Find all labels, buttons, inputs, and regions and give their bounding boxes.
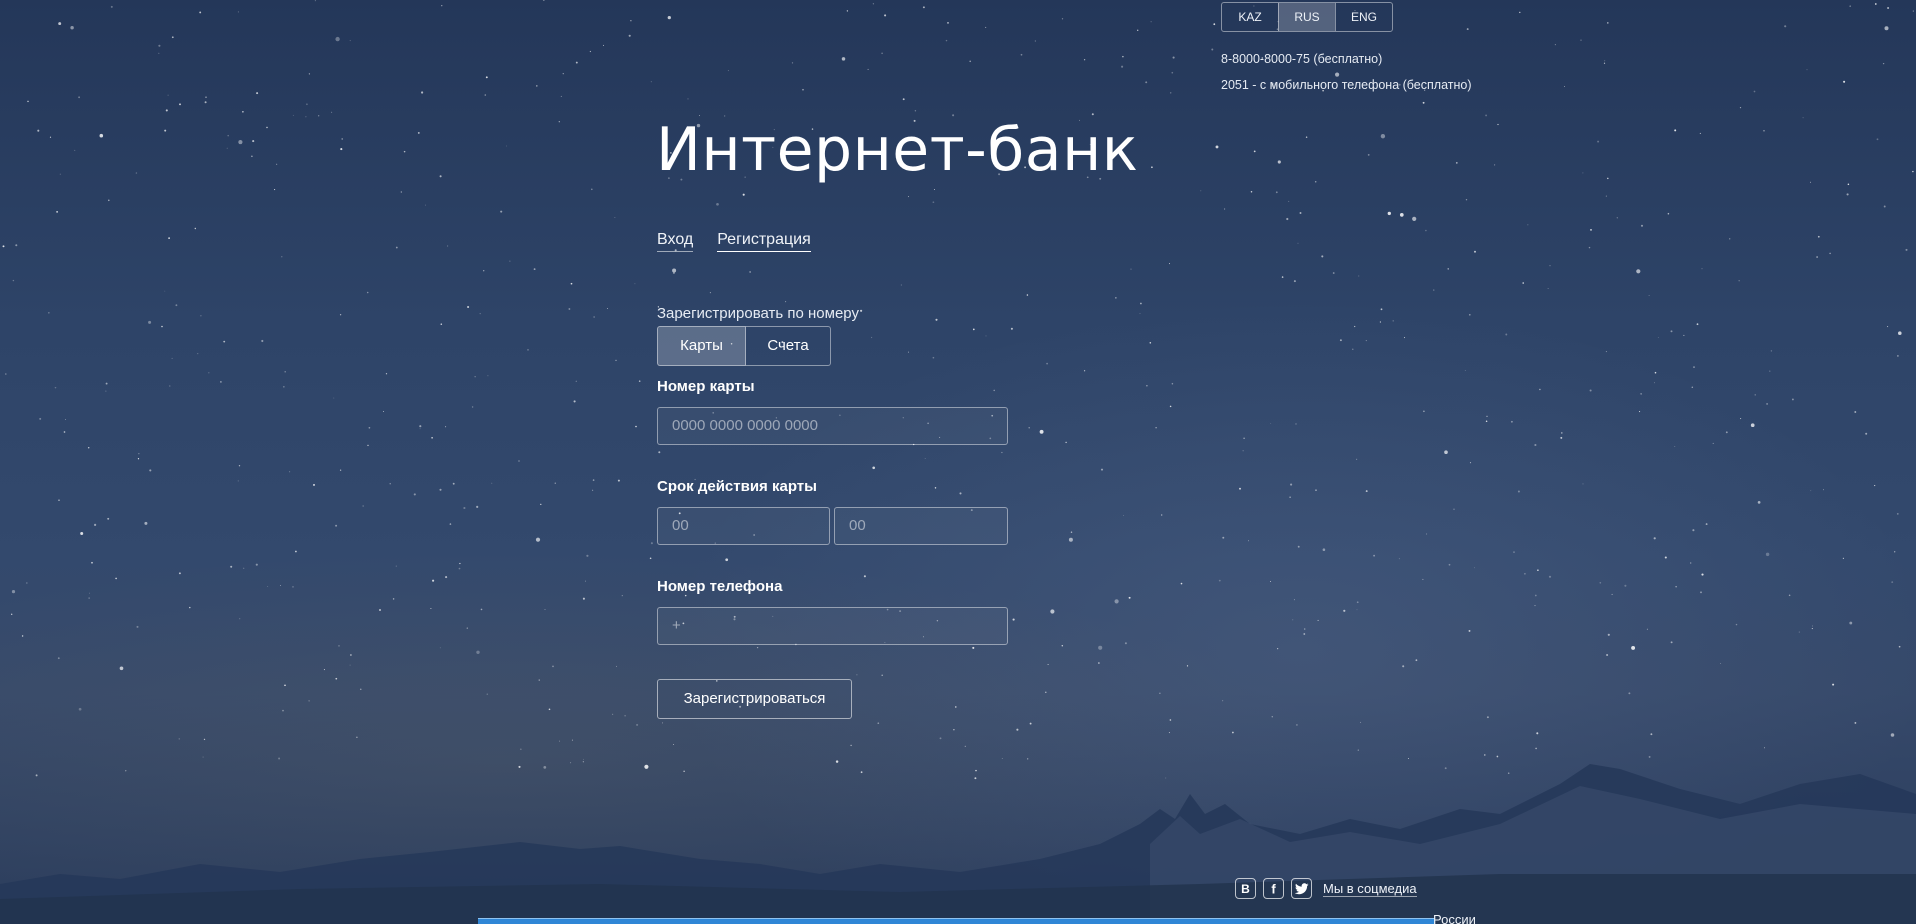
expiry-year-input[interactable]: 00 (834, 507, 1008, 545)
mountains-decoration (0, 764, 1916, 924)
social-media-link[interactable]: Мы в соцмедиа (1323, 881, 1417, 897)
lang-kaz-button[interactable]: KAZ (1222, 3, 1278, 31)
page-title: Интернет-банк (656, 115, 1139, 185)
register-by-toggle: Карты Счета (657, 326, 831, 366)
tab-login[interactable]: Вход (657, 231, 694, 252)
expiry-label: Срок действия карты (657, 478, 817, 495)
card-number-input[interactable]: 0000 0000 0000 0000 (657, 407, 1008, 445)
hotline-phone: 8-8000-8000-75 (бесплатно) (1221, 52, 1383, 66)
option-account[interactable]: Счета (746, 326, 831, 366)
vk-icon[interactable]: В (1235, 878, 1256, 899)
svg-text:В: В (1241, 882, 1250, 895)
lang-rus-button[interactable]: RUS (1278, 3, 1335, 31)
language-switcher: KAZ RUS ENG (1221, 2, 1393, 32)
register-submit-button[interactable]: Зарегистрироваться (657, 679, 852, 719)
bottom-accent-bar (478, 918, 1435, 924)
mobile-short-number: 2051 - с мобильного телефона (бесплатно) (1221, 78, 1472, 92)
phone-input[interactable]: + (657, 607, 1008, 645)
register-by-label: Зарегистрировать по номеру (657, 305, 859, 322)
tab-register[interactable]: Регистрация (717, 231, 811, 252)
social-links: В f Мы в соцмедиа (1235, 878, 1417, 899)
footer-text-fragment: России (1433, 912, 1476, 924)
option-card[interactable]: Карты (657, 326, 746, 366)
auth-tabs: Вход Регистрация (657, 231, 811, 252)
twitter-icon[interactable] (1291, 878, 1312, 899)
phone-label: Номер телефона (657, 578, 783, 595)
facebook-icon[interactable]: f (1263, 878, 1284, 899)
svg-text:f: f (1271, 882, 1276, 895)
lang-eng-button[interactable]: ENG (1335, 3, 1392, 31)
card-number-label: Номер карты (657, 378, 755, 395)
expiry-month-input[interactable]: 00 (657, 507, 830, 545)
